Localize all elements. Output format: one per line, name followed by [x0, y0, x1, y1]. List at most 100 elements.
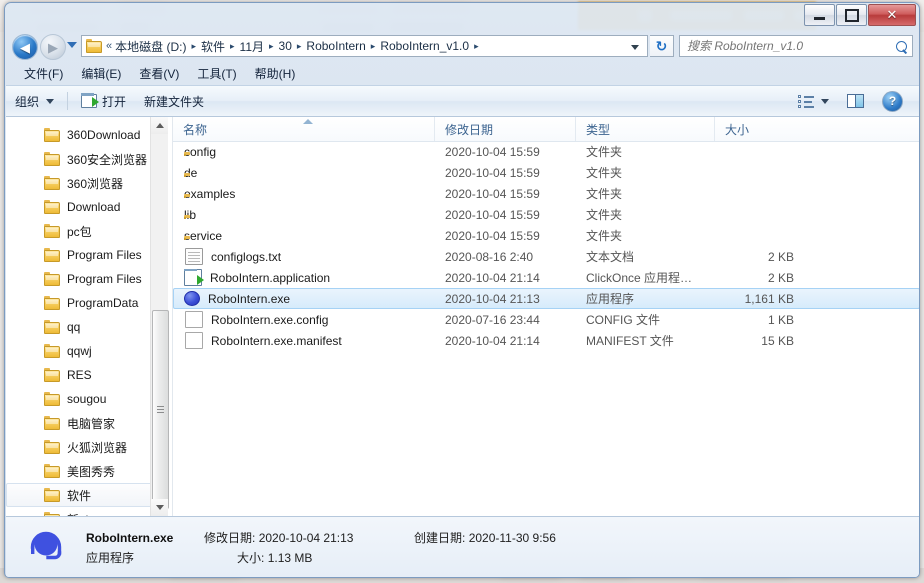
forward-arrow-icon: ▶: [48, 39, 58, 55]
address-bar[interactable]: « 本地磁盘 (D:) ▸ 软件 ▸ 11月 ▸ 30 ▸ RoboIntern…: [81, 35, 648, 57]
open-button[interactable]: 打开: [72, 90, 135, 113]
back-button[interactable]: ◀: [12, 34, 38, 60]
cell-date: 2020-08-16 2:40: [445, 249, 534, 264]
tree-item[interactable]: qq: [6, 315, 156, 339]
details-created-label: 创建日期:: [414, 530, 466, 545]
minimize-button[interactable]: [804, 4, 835, 26]
address-dropdown-icon[interactable]: [631, 45, 639, 50]
scrollbar-thumb[interactable]: [152, 310, 169, 509]
chevron-down-icon: [821, 98, 829, 104]
preview-pane-button[interactable]: [838, 91, 873, 111]
column-header-type[interactable]: 类型: [575, 117, 714, 141]
breadcrumb-separator-icon[interactable]: ▸: [269, 41, 274, 52]
tree-item-label: 美图秀秀: [67, 464, 116, 479]
tree-item[interactable]: qqwj: [6, 339, 156, 363]
tree-item[interactable]: 火狐浏览器: [6, 435, 156, 459]
column-header-name[interactable]: 名称: [173, 117, 434, 141]
forward-button[interactable]: ▶: [40, 34, 66, 60]
tree-item-label: Download: [67, 200, 121, 214]
tree-item[interactable]: 360Download: [6, 123, 156, 147]
new-folder-button[interactable]: 新建文件夹: [135, 90, 213, 113]
table-row[interactable]: RoboIntern.exe 2020-10-04 21:13 应用程序 1,161 …: [173, 288, 919, 309]
table-row[interactable]: service 2020-10-04 15:59 文件夹: [173, 225, 919, 246]
menu-item-help[interactable]: 帮助(H): [246, 63, 305, 84]
close-button[interactable]: ✕: [868, 4, 916, 26]
menu-item-file[interactable]: 文件(F): [15, 63, 72, 84]
tree-item[interactable]: 美图秀秀: [6, 459, 156, 483]
search-box[interactable]: [679, 35, 913, 57]
cell-name: RoboIntern.exe: [174, 291, 435, 306]
sort-ascending-icon: [303, 119, 313, 124]
close-icon: ✕: [886, 7, 898, 22]
tree-item[interactable]: 360浏览器: [6, 171, 156, 195]
details-created-value: 2020-11-30 9:56: [468, 530, 556, 545]
cell-name: de: [174, 166, 435, 180]
tree-scrollbar[interactable]: [150, 117, 169, 516]
scroll-down-button[interactable]: [151, 499, 168, 516]
table-row[interactable]: examples 2020-10-04 15:59 文件夹: [173, 183, 919, 204]
breadcrumb-item-0[interactable]: 本地磁盘 (D:): [115, 38, 186, 55]
breadcrumb-item-3[interactable]: 30: [279, 39, 292, 53]
cell-name: lib: [174, 208, 435, 222]
breadcrumb-separator-icon[interactable]: ▸: [474, 41, 479, 52]
table-row[interactable]: config 2020-10-04 15:59 文件夹: [173, 141, 919, 162]
folder-icon: [44, 176, 60, 190]
breadcrumb-separator-icon[interactable]: ▸: [191, 41, 196, 52]
folder-icon: [44, 488, 60, 502]
tree-item[interactable]: Program Files: [6, 267, 156, 291]
cell-size: 1,161 KB: [744, 291, 794, 306]
breadcrumb-separator-icon[interactable]: ▸: [230, 41, 235, 52]
menu-item-tools[interactable]: 工具(T): [188, 63, 245, 84]
tree-item[interactable]: 360安全浏览器: [6, 147, 156, 171]
search-input[interactable]: [680, 38, 890, 54]
menu-item-edit[interactable]: 编辑(E): [72, 63, 130, 84]
tree-item[interactable]: 软件: [6, 483, 154, 507]
cell-size: 15 KB: [761, 333, 794, 348]
toolbar-right-group: ?: [789, 88, 919, 115]
executable-icon: [184, 291, 200, 306]
tree-item[interactable]: pc包: [6, 219, 156, 243]
menu-item-view[interactable]: 查看(V): [130, 63, 188, 84]
maximize-button[interactable]: [836, 4, 867, 26]
breadcrumb-separator-icon[interactable]: ▸: [297, 41, 302, 52]
tree-item[interactable]: Download: [6, 195, 156, 219]
help-button-wrap[interactable]: ?: [873, 88, 912, 115]
breadcrumb-item-5[interactable]: RoboIntern_v1.0: [380, 39, 469, 53]
table-row[interactable]: de 2020-10-04 15:59 文件夹: [173, 162, 919, 183]
change-view-button[interactable]: [789, 92, 838, 111]
help-icon[interactable]: ?: [882, 90, 903, 112]
organize-button[interactable]: 组织: [6, 90, 63, 113]
cell-type: ClickOnce 应用程…: [586, 271, 693, 285]
table-row[interactable]: configlogs.txt 2020-08-16 2:40 文本文档 2 KB: [173, 246, 919, 267]
breadcrumb-separator-icon[interactable]: ▸: [371, 41, 376, 52]
tree-item[interactable]: ProgramData: [6, 291, 156, 315]
breadcrumb-item-1[interactable]: 软件: [201, 38, 225, 55]
search-icon[interactable]: [890, 40, 912, 52]
table-row[interactable]: lib 2020-10-04 15:59 文件夹: [173, 204, 919, 225]
chevron-down-icon: [46, 98, 55, 104]
column-header-date[interactable]: 修改日期: [434, 117, 575, 141]
explorer-window: ✕ ◀ ▶ « 本地磁盘 (D:) ▸ 软件 ▸ 11月 ▸ 30 ▸ Robo…: [4, 2, 920, 578]
details-created-field: 创建日期: 2020-11-30 9:56: [414, 529, 556, 546]
column-header-size[interactable]: 大小: [714, 117, 805, 141]
tree-item[interactable]: 新obs: [6, 507, 156, 516]
scroll-up-button[interactable]: [151, 117, 168, 134]
table-row[interactable]: RoboIntern.exe.config 2020-07-16 23:44 CON…: [173, 309, 919, 330]
breadcrumb-item-4[interactable]: RoboIntern: [306, 39, 365, 53]
cell-name: RoboIntern.exe.config: [174, 311, 435, 328]
breadcrumb-item-2[interactable]: 11月: [240, 38, 264, 55]
file-name: examples: [184, 186, 236, 201]
tree-item[interactable]: sougou: [6, 387, 156, 411]
table-row[interactable]: RoboIntern.exe.manifest 2020-10-04 21:14 M…: [173, 330, 919, 351]
tree-item[interactable]: 电脑管家: [6, 411, 156, 435]
tree-item[interactable]: Program Files: [6, 243, 156, 267]
history-dropdown-icon[interactable]: [67, 42, 77, 48]
table-row[interactable]: RoboIntern.application 2020-10-04 21:14 Cl…: [173, 267, 919, 288]
folder-icon: [44, 416, 60, 430]
breadcrumb-overflow-icon[interactable]: «: [106, 40, 112, 52]
tree-item[interactable]: RES: [6, 363, 156, 387]
cell-date: 2020-07-16 23:44: [445, 312, 540, 327]
folder-icon: [44, 464, 60, 478]
cell-name: examples: [174, 187, 435, 201]
refresh-button[interactable]: ↻: [650, 35, 674, 57]
